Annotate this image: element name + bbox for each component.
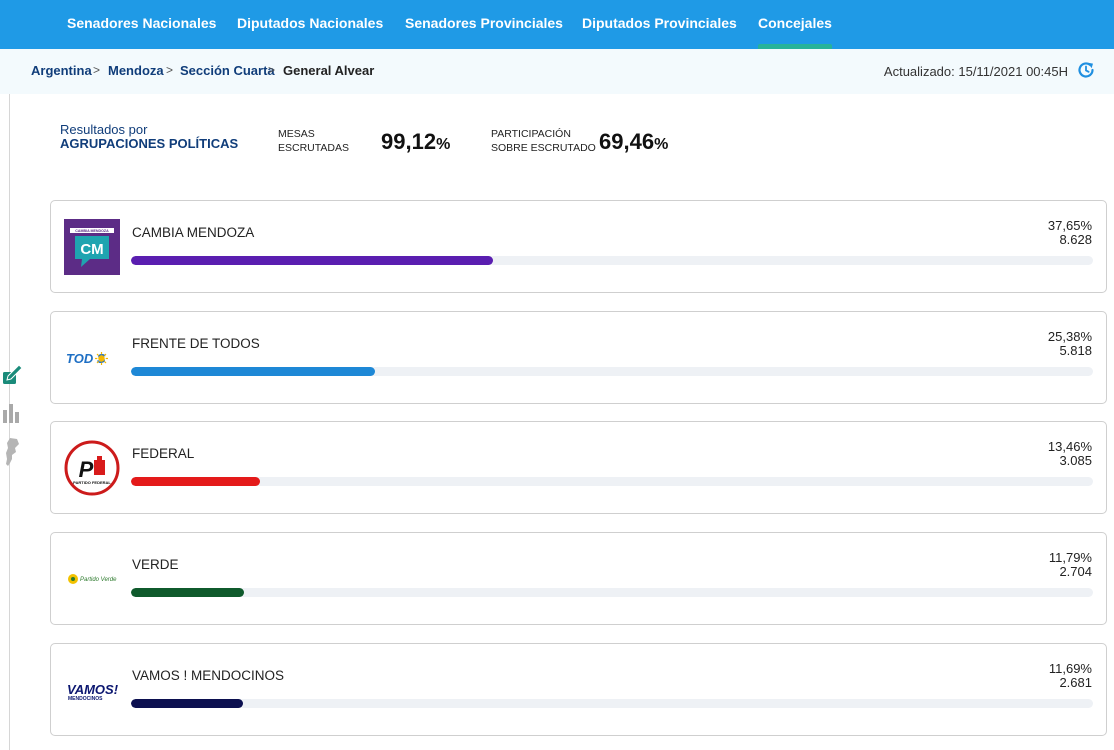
progress-track <box>131 367 1093 376</box>
party-percentage: 13,46% <box>1047 439 1092 454</box>
party-percentage: 37,65% <box>1047 218 1092 233</box>
refresh-icon[interactable] <box>1076 60 1096 80</box>
party-name: CAMBIA MENDOZA <box>132 225 255 240</box>
breadcrumb-separator: > <box>93 63 101 77</box>
party-name: VERDE <box>132 557 179 572</box>
partido-federal-logo: P PARTIDO FEDERAL <box>64 440 120 496</box>
breadcrumb: Argentina > Mendoza > Sección Cuarta > G… <box>0 49 1114 94</box>
mesas-escrutadas-value: 99,12% <box>381 129 451 154</box>
participacion-label: PARTICIPACIÓN SOBRE ESCRUTADO <box>491 128 596 154</box>
progress-track <box>131 256 1093 265</box>
party-name: FRENTE DE TODOS <box>132 336 260 351</box>
svg-text:CAMBIA MENDOZA: CAMBIA MENDOZA <box>75 229 109 233</box>
tab-senadores-provinciales[interactable]: Senadores Provinciales <box>405 0 563 49</box>
progress-track <box>131 477 1093 486</box>
svg-text:CM: CM <box>80 241 103 258</box>
results-by-title: AGRUPACIONES POLÍTICAS <box>60 136 239 151</box>
progress-fill <box>131 256 494 265</box>
vamos-mendocinos-logo: VAMOS! MENDOCINOS <box>67 682 119 702</box>
svg-text:P: P <box>79 457 94 482</box>
svg-text:MENDOCINOS: MENDOCINOS <box>68 696 103 702</box>
party-percentage: 11,79% <box>1048 550 1092 565</box>
party-card: P PARTIDO FEDERAL FEDERAL 13,46% 3.085 <box>50 421 1107 514</box>
breadcrumb-separator: > <box>166 63 174 77</box>
tab-diputados-nacionales[interactable]: Diputados Nacionales <box>237 0 383 49</box>
party-name: FEDERAL <box>132 446 195 461</box>
party-votes: 5.818 <box>1059 343 1092 358</box>
party-votes: 2.704 <box>1059 564 1092 579</box>
progress-fill <box>131 699 244 708</box>
progress-fill <box>131 588 245 597</box>
tab-diputados-provinciales[interactable]: Diputados Provinciales <box>582 0 737 49</box>
party-votes: 3.085 <box>1059 453 1092 468</box>
svg-text:PARTIDO FEDERAL: PARTIDO FEDERAL <box>73 480 111 485</box>
party-votes: 2.681 <box>1059 675 1092 690</box>
party-percentage: 11,69% <box>1048 661 1092 676</box>
mesas-escrutadas-label: MESAS ESCRUTADAS <box>278 128 349 154</box>
ballot-box-icon[interactable] <box>2 363 22 385</box>
tab-senadores-nacionales[interactable]: Senadores Nacionales <box>67 0 216 49</box>
updated-timestamp: Actualizado: 15/11/2021 00:45H <box>883 64 1068 79</box>
svg-text:VAMOS!: VAMOS! <box>67 682 119 697</box>
frente-de-todos-logo: TOD S <box>66 351 108 366</box>
argentina-map-icon[interactable] <box>2 437 22 467</box>
party-card: VAMOS! MENDOCINOS VAMOS ! MENDOCINOS 11,… <box>50 643 1107 736</box>
party-votes: 8.628 <box>1059 232 1092 247</box>
party-card: TOD S FRENTE DE TODOS 25,38% 5.818 <box>50 311 1107 404</box>
top-nav: Senadores Nacionales Diputados Nacionale… <box>0 0 1114 49</box>
bar-chart-icon[interactable] <box>2 402 22 424</box>
party-card: Partido Verde VERDE 11,79% 2.704 <box>50 532 1107 625</box>
breadcrumb-general-alvear: General Alvear <box>283 63 375 78</box>
party-name: VAMOS ! MENDOCINOS <box>132 668 285 683</box>
progress-fill <box>131 367 376 376</box>
progress-fill <box>131 477 261 486</box>
breadcrumb-argentina[interactable]: Argentina <box>31 63 92 78</box>
cambia-mendoza-logo: CAMBIA MENDOZA CM <box>64 219 120 275</box>
tab-concejales[interactable]: Concejales <box>758 0 832 49</box>
breadcrumb-seccion-cuarta[interactable]: Sección Cuarta <box>180 63 275 78</box>
partido-verde-logo: Partido Verde <box>68 574 117 584</box>
results-by-label: Resultados por <box>60 122 148 137</box>
breadcrumb-separator: > <box>268 63 276 77</box>
participacion-value: 69,46% <box>599 129 669 154</box>
progress-track <box>131 699 1093 708</box>
party-card: CAMBIA MENDOZA CM CAMBIA MENDOZA 37,65% … <box>50 200 1107 293</box>
breadcrumb-mendoza[interactable]: Mendoza <box>108 63 164 78</box>
svg-text:Partido Verde: Partido Verde <box>80 577 117 583</box>
progress-track <box>131 588 1093 597</box>
party-percentage: 25,38% <box>1047 329 1092 344</box>
